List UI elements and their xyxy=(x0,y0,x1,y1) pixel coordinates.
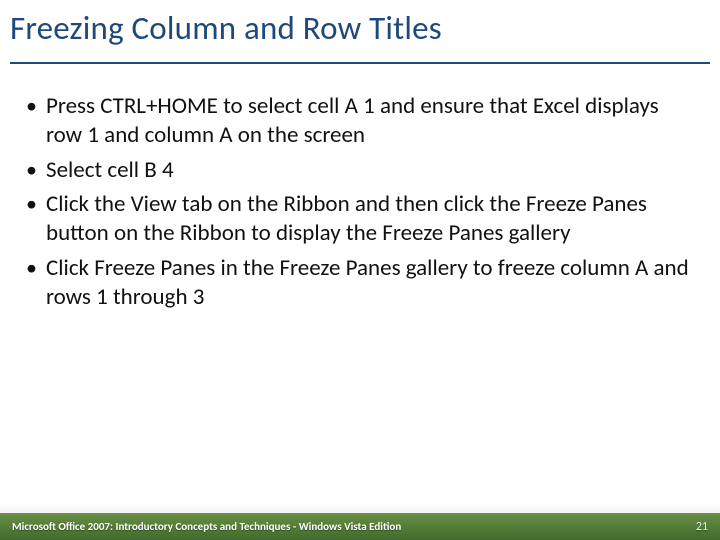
slide-title: Freezing Column and Row Titles xyxy=(10,8,442,48)
page-number: 21 xyxy=(696,520,708,534)
list-item: Click Freeze Panes in the Freeze Panes g… xyxy=(22,254,692,312)
bullet-list: Press CTRL+HOME to select cell A 1 and e… xyxy=(22,92,692,317)
list-item: Select cell B 4 xyxy=(22,156,692,185)
list-item: Click the View tab on the Ribbon and the… xyxy=(22,190,692,248)
footer-shadow xyxy=(0,503,720,513)
title-underline xyxy=(10,62,710,64)
footer-text: Microsoft Office 2007: Introductory Conc… xyxy=(12,520,401,533)
footer-bar: Microsoft Office 2007: Introductory Conc… xyxy=(0,513,720,540)
list-item: Press CTRL+HOME to select cell A 1 and e… xyxy=(22,92,692,150)
slide: Freezing Column and Row Titles Press CTR… xyxy=(0,0,720,540)
